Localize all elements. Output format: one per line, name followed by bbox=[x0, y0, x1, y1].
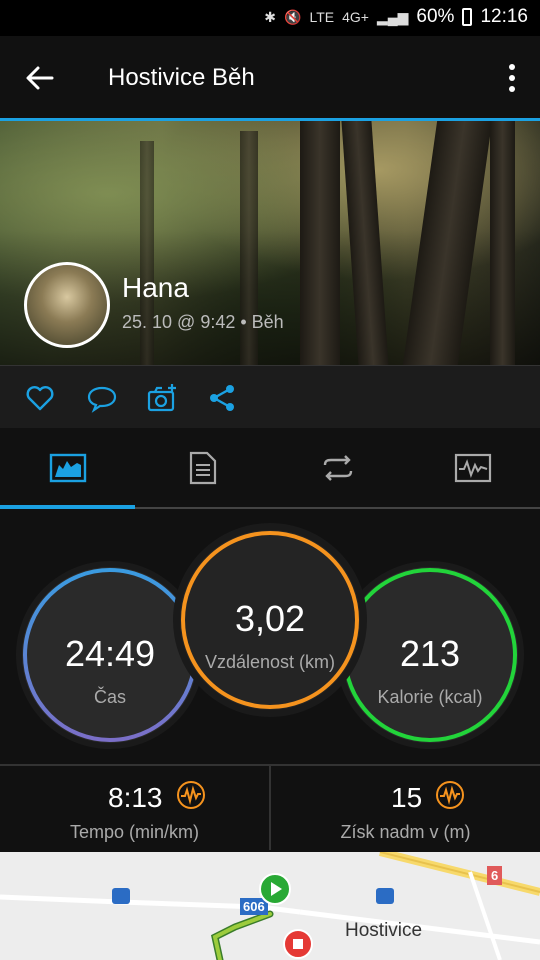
distance-ring: 3,02 Vzdálenost (km) bbox=[180, 530, 360, 710]
app-bar: Hostivice Běh bbox=[0, 36, 540, 120]
map-place-label: Hostivice bbox=[345, 920, 423, 941]
document-icon bbox=[189, 451, 216, 485]
graph-icon bbox=[454, 453, 491, 483]
stats-panel: 24:49 Čas 213 Kalorie (kcal) 3,02 Vzdále… bbox=[0, 509, 540, 764]
calories-value: 213 bbox=[399, 633, 461, 674]
network-icon: 4G+ bbox=[342, 9, 369, 25]
distance-value: 3,02 bbox=[234, 598, 306, 639]
clock: 12:16 bbox=[480, 6, 528, 27]
signal-icon: ▂▄▆ bbox=[376, 8, 409, 25]
tab-details[interactable] bbox=[135, 428, 270, 508]
time-ring: 24:49 Čas bbox=[22, 567, 198, 743]
pace-value: 8:13 bbox=[108, 782, 163, 813]
tab-graphs[interactable] bbox=[405, 428, 540, 508]
route-map[interactable]: 606 6 Hostivice bbox=[0, 852, 540, 960]
road-6-badge: 6 bbox=[487, 866, 503, 885]
page-title: Hostivice Běh bbox=[108, 64, 255, 91]
tab-bar bbox=[0, 428, 540, 508]
finish-marker-icon[interactable] bbox=[282, 928, 314, 960]
distance-label: Vzdálenost (km) bbox=[204, 652, 336, 672]
activity-meta: 25. 10 @ 9:42 • Běh bbox=[122, 312, 284, 332]
time-label: Čas bbox=[93, 687, 126, 707]
lte-icon: LTE bbox=[309, 9, 335, 25]
more-options-icon[interactable] bbox=[506, 62, 518, 94]
calories-ring: 213 Kalorie (kcal) bbox=[342, 567, 518, 743]
time-value: 24:49 bbox=[64, 633, 156, 674]
calories-label: Kalorie (kcal) bbox=[377, 687, 483, 707]
action-row bbox=[0, 365, 540, 429]
start-marker-icon[interactable] bbox=[258, 872, 292, 906]
overview-chart-icon bbox=[49, 453, 86, 483]
pace-stat[interactable]: 8:13 Tempo (min/km) bbox=[0, 766, 269, 850]
stats-divider bbox=[269, 764, 271, 850]
battery-percent: 60% bbox=[416, 6, 455, 27]
pace-label: Tempo (min/km) bbox=[69, 822, 199, 842]
elevation-label: Získ nadm v (m) bbox=[340, 822, 471, 842]
elevation-stat[interactable]: 15 Získ nadm v (m) bbox=[271, 766, 540, 850]
pace-chart-icon bbox=[177, 781, 205, 809]
tab-overview[interactable] bbox=[0, 428, 135, 508]
avatar[interactable] bbox=[24, 262, 110, 348]
user-name[interactable]: Hana bbox=[122, 272, 189, 304]
like-heart-icon[interactable] bbox=[24, 382, 56, 414]
add-photo-icon[interactable] bbox=[146, 382, 178, 414]
mute-icon: 🔇 bbox=[284, 8, 302, 25]
share-icon[interactable] bbox=[206, 382, 238, 414]
elevation-value: 15 bbox=[391, 782, 423, 813]
tab-laps[interactable] bbox=[270, 428, 405, 508]
elevation-chart-icon bbox=[436, 781, 464, 809]
comment-icon[interactable] bbox=[86, 382, 118, 414]
status-bar: ✱ 🔇 LTE 4G+ ▂▄▆ 60% 12:16 bbox=[0, 0, 540, 36]
laps-loop-icon bbox=[323, 455, 352, 481]
bluetooth-icon: ✱ bbox=[264, 8, 277, 25]
back-arrow-icon[interactable] bbox=[24, 62, 56, 94]
battery-icon bbox=[462, 8, 473, 26]
